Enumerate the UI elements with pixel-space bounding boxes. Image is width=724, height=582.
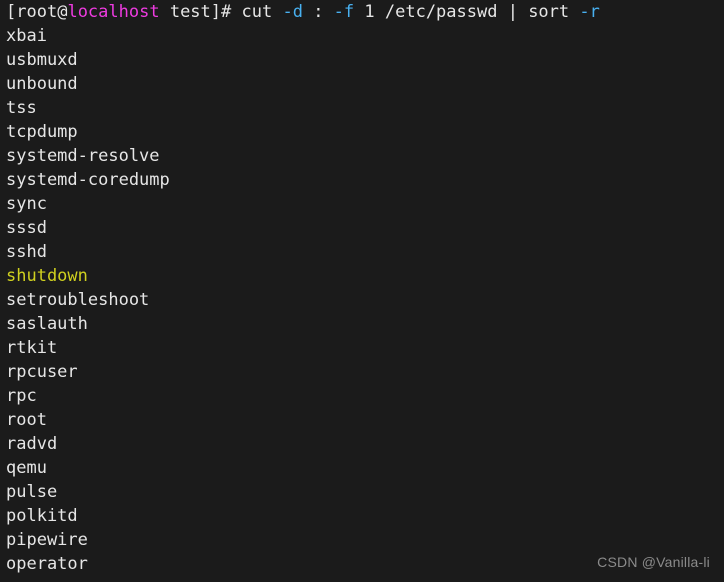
command-file-path: /etc/passwd [384, 2, 498, 22]
command-delimiter-arg: : [302, 2, 334, 22]
prompt-hostname: localhost [67, 2, 160, 22]
output-line: unbound [6, 74, 78, 94]
prompt-directory: test [169, 2, 211, 22]
output-line: polkitd [6, 506, 78, 526]
output-line: root [6, 410, 47, 430]
prompt-at-symbol: @ [57, 2, 68, 22]
output-line: shutdown [6, 266, 88, 286]
command-flag-r: -r [579, 2, 600, 22]
output-line: pipewire [6, 530, 88, 550]
output-line: radvd [6, 434, 58, 454]
command-sort: sort [528, 2, 580, 22]
terminal-window[interactable]: [root@localhost test]# cut -d : -f 1 /et… [0, 0, 724, 582]
terminal-screen[interactable]: [root@localhost test]# cut -d : -f 1 /et… [6, 0, 724, 582]
prompt-bracket-close: ] [210, 2, 222, 22]
output-line: tcpdump [6, 122, 78, 142]
command-flag-d: -d [282, 2, 303, 22]
output-line: rpc [6, 386, 37, 406]
command-field-arg: 1 [354, 2, 385, 22]
watermark-label: CSDN @Vanilla-li [597, 554, 710, 570]
command-pipe: | [497, 2, 529, 22]
prompt-line: [root@localhost test]# cut -d : -f 1 /et… [6, 0, 724, 24]
output-line: usbmuxd [6, 50, 78, 70]
prompt-user: root [16, 2, 58, 22]
output-line: rpcuser [6, 362, 78, 382]
output-line: xbai [6, 26, 47, 46]
command-flag-f: -f [333, 2, 355, 22]
output-line: sync [6, 194, 47, 214]
prompt-sigil: # [221, 2, 242, 22]
output-line: systemd-resolve [6, 146, 160, 166]
output-line: setroubleshoot [6, 290, 150, 310]
output-line: sshd [6, 242, 47, 262]
output-line: pulse [6, 482, 58, 502]
command-output: xbai usbmuxd unbound tss tcpdump systemd-reso… [6, 24, 724, 576]
output-line: qemu [6, 458, 47, 478]
output-line: saslauth [6, 314, 88, 334]
output-line: rtkit [6, 338, 58, 358]
prompt-bracket-open: [ [6, 2, 17, 22]
output-line: systemd-coredump [6, 170, 170, 190]
command-cut: cut [241, 2, 283, 22]
output-line: sssd [6, 218, 47, 238]
output-line: tss [6, 98, 37, 118]
